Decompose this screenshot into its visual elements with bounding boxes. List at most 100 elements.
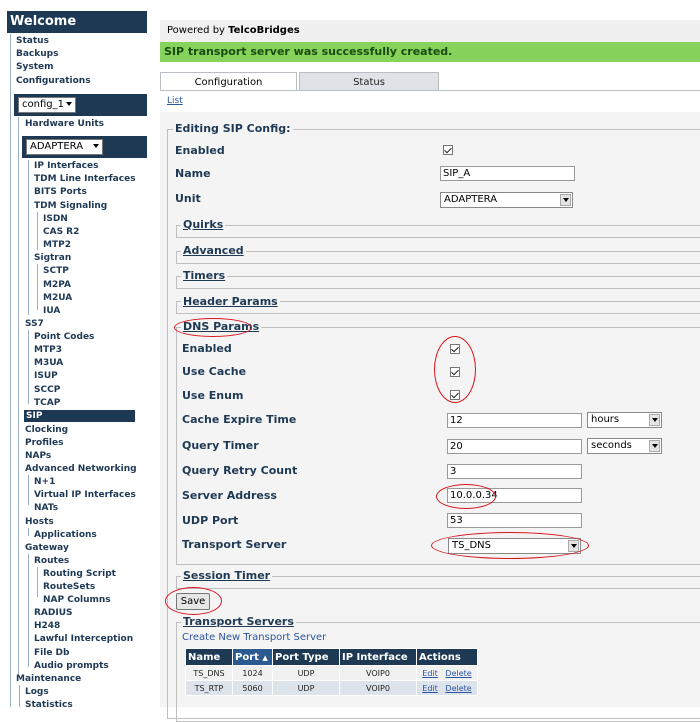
cache-expire-input[interactable]: 12	[447, 413, 582, 428]
nav-mtp2[interactable]: MTP2	[43, 239, 71, 251]
nav-m2ua[interactable]: M2UA	[43, 292, 72, 304]
config-select[interactable]: config_1	[18, 97, 76, 113]
nav-h248[interactable]: H248	[34, 620, 60, 632]
nav-clocking[interactable]: Clocking	[25, 424, 68, 436]
nav-iua[interactable]: IUA	[43, 305, 60, 317]
nav-statistics[interactable]: Statistics	[25, 699, 73, 707]
list-link[interactable]: List	[167, 96, 183, 106]
chevron-down-icon	[560, 194, 571, 206]
nav-profiles[interactable]: Profiles	[25, 437, 63, 449]
delete-link[interactable]: Delete	[445, 684, 471, 693]
name-input[interactable]: SIP_A	[440, 166, 575, 181]
session-timer-legend[interactable]: Session Timer	[181, 569, 273, 582]
nav-sctp[interactable]: SCTP	[43, 265, 69, 277]
cache-expire-unit-dropdown[interactable]: hours	[587, 412, 662, 428]
col-port-type[interactable]: Port Type	[272, 648, 340, 666]
table-row: TS_RTP 5060 UDP VOIP0 Edit Delete	[185, 680, 478, 696]
table-row: TS_DNS 1024 UDP VOIP0 Edit Delete	[185, 665, 478, 681]
nav-routes[interactable]: Routes	[34, 555, 69, 567]
edit-link[interactable]: Edit	[422, 669, 438, 678]
cell-type: UDP	[272, 680, 340, 696]
col-name[interactable]: Name	[185, 648, 233, 666]
nav-configurations[interactable]: Configurations	[16, 75, 91, 87]
advanced-fieldset	[176, 251, 700, 264]
use-enum-checkbox[interactable]	[450, 390, 460, 400]
col-ip-interface[interactable]: IP Interface	[339, 648, 417, 666]
query-retry-label: Query Retry Count	[182, 464, 298, 477]
nav-advanced-networking[interactable]: Advanced Networking	[25, 463, 137, 475]
powered-by-text: Powered by	[167, 25, 229, 36]
timers-legend[interactable]: Timers	[181, 269, 228, 282]
transport-servers-legend[interactable]: Transport Servers	[181, 615, 296, 628]
edit-link[interactable]: Edit	[422, 684, 438, 693]
nav-file-db[interactable]: File Db	[34, 647, 69, 659]
col-port[interactable]: Port ▲	[232, 648, 273, 666]
cell-ip: VOIP0	[339, 665, 417, 681]
query-retry-input[interactable]: 3	[447, 464, 582, 479]
sidebar-title: Welcome	[7, 11, 147, 33]
server-address-label: Server Address	[182, 489, 277, 502]
unit-dropdown[interactable]: ADAPTERA	[440, 192, 573, 208]
nav-tcap[interactable]: TCAP	[34, 397, 60, 409]
use-cache-label: Use Cache	[182, 365, 247, 378]
nav-routesets[interactable]: RouteSets	[43, 581, 95, 593]
nav-nats[interactable]: NATs	[34, 502, 58, 514]
dns-params-legend[interactable]: DNS Params	[181, 320, 262, 333]
nav-isdn[interactable]: ISDN	[43, 213, 68, 225]
nav-applications[interactable]: Applications	[34, 529, 97, 541]
cell-type: UDP	[272, 665, 340, 681]
nav-n-plus-1[interactable]: N+1	[34, 476, 55, 488]
chevron-down-icon	[568, 540, 579, 552]
transport-server-dropdown[interactable]: TS_DNS	[448, 538, 581, 554]
use-cache-checkbox[interactable]	[450, 367, 460, 377]
advanced-legend[interactable]: Advanced	[181, 244, 246, 257]
unit-select[interactable]: ADAPTERA	[26, 139, 103, 155]
nav-sigtran[interactable]: Sigtran	[34, 252, 71, 264]
nav-maintenance[interactable]: Maintenance	[16, 673, 81, 685]
nav-virtual-ip-interfaces[interactable]: Virtual IP Interfaces	[34, 489, 136, 501]
nav-hosts[interactable]: Hosts	[25, 516, 54, 528]
nav-logs[interactable]: Logs	[25, 686, 49, 698]
nav-audio-prompts[interactable]: Audio prompts	[34, 660, 109, 672]
nav-lawful-interception[interactable]: Lawful Interception	[34, 633, 133, 645]
query-timer-unit-dropdown[interactable]: seconds	[587, 438, 662, 454]
chevron-down-icon	[649, 440, 660, 452]
query-timer-input[interactable]: 20	[447, 439, 582, 454]
nav-radius[interactable]: RADIUS	[34, 607, 73, 619]
dns-enabled-checkbox[interactable]	[450, 344, 460, 354]
nav-tdm-signaling[interactable]: TDM Signaling	[34, 200, 107, 212]
cache-expire-label: Cache Expire Time	[182, 413, 297, 426]
nav-ip-interfaces[interactable]: IP Interfaces	[34, 160, 98, 172]
save-button[interactable]: Save	[176, 593, 210, 610]
server-address-input[interactable]: 10.0.0.34	[447, 488, 582, 503]
nav-mtp3[interactable]: MTP3	[34, 344, 62, 356]
nav-gateway[interactable]: Gateway	[25, 542, 69, 554]
nav-tdm-line-interfaces[interactable]: TDM Line Interfaces	[34, 173, 136, 185]
nav-cas-r2[interactable]: CAS R2	[43, 226, 79, 238]
enabled-checkbox[interactable]	[443, 145, 453, 155]
delete-link[interactable]: Delete	[445, 669, 471, 678]
header-params-legend[interactable]: Header Params	[181, 295, 280, 308]
nav-isup[interactable]: ISUP	[34, 370, 58, 382]
udp-port-input[interactable]: 53	[447, 513, 582, 528]
tab-status[interactable]: Status	[299, 72, 439, 91]
nav-hardware-units[interactable]: Hardware Units	[25, 118, 104, 130]
nav-sccp[interactable]: SCCP	[34, 384, 60, 396]
quirks-fieldset	[176, 225, 700, 238]
create-transport-server-link[interactable]: Create New Transport Server	[182, 632, 326, 643]
nav-m2pa[interactable]: M2PA	[43, 279, 71, 291]
nav-naps[interactable]: NAPs	[25, 450, 51, 462]
nav-ss7[interactable]: SS7	[25, 318, 44, 330]
nav-sip[interactable]: SIP	[24, 410, 135, 422]
nav-point-codes[interactable]: Point Codes	[34, 331, 94, 343]
quirks-legend[interactable]: Quirks	[181, 218, 226, 231]
tab-configuration[interactable]: Configuration	[160, 72, 297, 91]
nav-backups[interactable]: Backups	[16, 48, 58, 60]
nav-m3ua[interactable]: M3UA	[34, 357, 63, 369]
nav-status[interactable]: Status	[16, 35, 49, 47]
nav-nap-columns[interactable]: NAP Columns	[43, 594, 111, 606]
nav-system[interactable]: System	[16, 61, 54, 73]
cell-name: TS_DNS	[185, 665, 233, 681]
nav-routing-script[interactable]: Routing Script	[43, 568, 116, 580]
nav-bits-ports[interactable]: BITS Ports	[34, 186, 87, 198]
